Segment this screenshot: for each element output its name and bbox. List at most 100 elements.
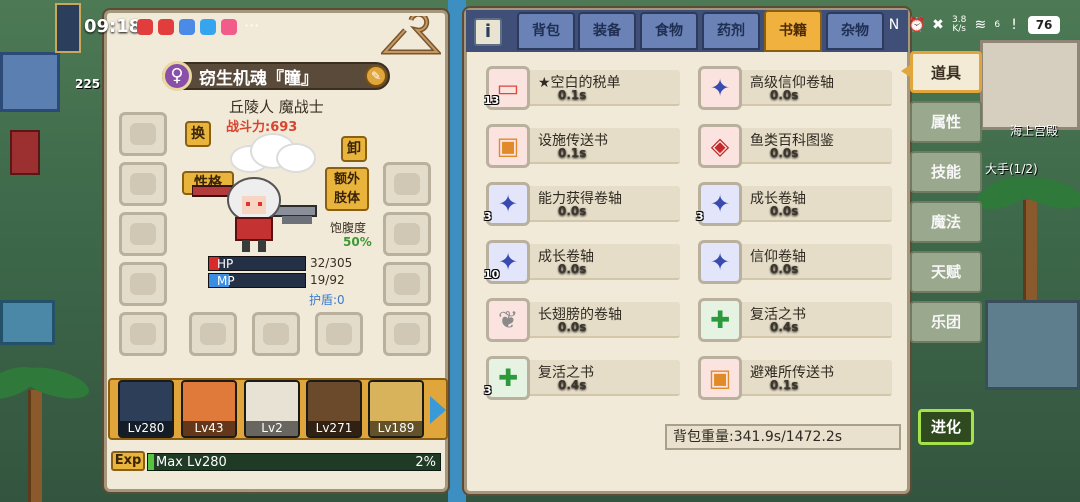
inventory-item[interactable]: ✚ 3 复活之书 0.4s [474,356,680,400]
item-quantity: 10 [484,268,500,281]
party-member[interactable]: Lv271 [306,380,362,438]
item-weight: 0.1s [770,378,799,392]
race-class: 丘陵人 魔战士 [229,98,324,116]
hp-label: HP [217,257,234,271]
inventory-item[interactable]: ✦ 3 成长卷轴 0.0s [686,182,892,226]
tab-1[interactable]: 背包 [517,12,575,50]
side-tab-4[interactable]: 魔法 [910,201,982,243]
item-quantity: 3 [484,210,492,223]
hp-bar: HP [208,256,306,271]
item-icon: ✦ [698,240,742,284]
tab-2[interactable]: 装备 [578,12,636,50]
satiety-value: 50% [343,235,372,249]
side-tab-6[interactable]: 乐团 [910,301,982,343]
item-icon: ✦ [486,182,530,226]
mp-label: MP [217,274,235,288]
exp-bar-fill [148,454,154,470]
inventory-item[interactable]: ▣ 设施传送书 0.1s [474,124,680,168]
hp-value: 32/305 [310,256,353,270]
stone-tiles [985,300,1080,390]
item-icon: ✦ [698,182,742,226]
inventory-item[interactable]: ✚ 复活之书 0.4s [686,298,892,342]
party-member[interactable]: Lv2 [244,380,300,438]
item-weight: 0.1s [558,146,587,160]
quickslot[interactable] [55,3,81,53]
belt-slot[interactable] [383,212,431,256]
item-weight: 0.0s [558,320,587,334]
inventory-item[interactable]: ❦ 长翅膀的卷轴 0.0s [474,298,680,342]
inventory-item[interactable]: ✦ 信仰卷轴 0.0s [686,240,892,284]
item-weight: 0.0s [558,204,587,218]
tab-6[interactable]: 杂物 [826,12,884,50]
tab-3[interactable]: 食物 [640,12,698,50]
inventory-item[interactable]: ▭ 13 ★空白的税单 0.1s [474,66,680,110]
exp-label: Max Lv280 [156,455,227,470]
unequip-button[interactable]: 卸 [341,136,367,162]
extra-limb-button[interactable]: 额外 肢体 [325,167,369,211]
boots-slot[interactable] [383,262,431,306]
inventory-item[interactable]: ✦ 10 成长卷轴 0.0s [474,240,680,284]
bag-weight: 背包重量:341.9s/1472.2s [665,424,901,450]
place-label: 海上宫殿 [1010,124,1059,138]
item-icon: ▣ [486,124,530,168]
tab-4[interactable]: 药剂 [702,12,760,50]
inventory-item[interactable]: ◈ 鱼类百科图鉴 0.0s [686,124,892,168]
party-member[interactable]: Lv43 [181,380,237,438]
side-tab-3[interactable]: 技能 [910,151,982,193]
side-tab-2[interactable]: 属性 [910,101,982,143]
wooden-crate [0,300,55,345]
wardrobe-hanger-icon[interactable] [381,16,441,60]
ring-slot-right[interactable] [383,312,431,356]
item-weight: 0.0s [770,204,799,218]
sword-slot-1[interactable] [189,312,237,356]
shield-value: 护盾:0 [309,293,345,307]
item-quantity: 13 [484,94,500,107]
party-member[interactable]: Lv189 [368,380,424,438]
party-member[interactable]: Lv280 [118,380,174,438]
accessory-slot[interactable] [315,312,363,356]
weapon-slot[interactable] [119,212,167,256]
exp-badge: Exp [111,451,145,471]
item-weight: 0.0s [770,88,799,102]
evolve-button[interactable]: 进化 [918,409,974,445]
red-mailbox [10,130,40,175]
mp-bar: MP [208,273,306,288]
glove-slot[interactable] [383,162,431,206]
mp-value: 19/92 [310,273,345,287]
resource-count: 225 [75,77,101,91]
item-quantity: 3 [696,210,704,223]
palm-tree-left [0,350,93,502]
cloak-slot[interactable] [119,162,167,206]
item-weight: 0.0s [558,262,587,276]
item-icon: ◈ [698,124,742,168]
character-name: 窃生机魂『瞳』 [199,69,318,89]
armor-slot[interactable] [119,262,167,306]
item-weight: 0.4s [770,320,799,334]
tab-5[interactable]: 书籍 [764,10,822,52]
side-tab-5[interactable]: 天赋 [910,251,982,293]
palm-tree-right [972,160,1080,320]
building-roof [980,40,1080,130]
swap-button[interactable]: 换 [185,121,211,147]
female-gender-icon: ♀ [162,61,192,91]
quest-label: 大手(1/2) [985,162,1038,176]
ring-slot-left[interactable] [119,312,167,356]
item-icon: ✚ [486,356,530,400]
item-weight: 0.4s [558,378,587,392]
side-tab-1[interactable]: 道具 [910,51,982,93]
character-sprite [192,177,317,252]
item-icon: ❦ [486,298,530,342]
helmet-slot[interactable] [119,112,167,156]
item-quantity: 3 [484,384,492,397]
edit-name-button[interactable]: ✎ [365,65,387,87]
satiety-label: 饱腹度 [330,221,367,235]
inventory-item[interactable]: ✦ 3 能力获得卷轴 0.0s [474,182,680,226]
sword-slot-2[interactable] [252,312,300,356]
info-icon[interactable]: i [474,18,502,46]
inventory-item[interactable]: ✦ 高级信仰卷轴 0.0s [686,66,892,110]
inventory-item[interactable]: ▣ 避难所传送书 0.1s [686,356,892,400]
item-weight: 0.0s [770,262,799,276]
item-icon: ✦ [698,66,742,110]
exp-bar: Max Lv280 2% [147,453,441,471]
item-icon: ▣ [698,356,742,400]
